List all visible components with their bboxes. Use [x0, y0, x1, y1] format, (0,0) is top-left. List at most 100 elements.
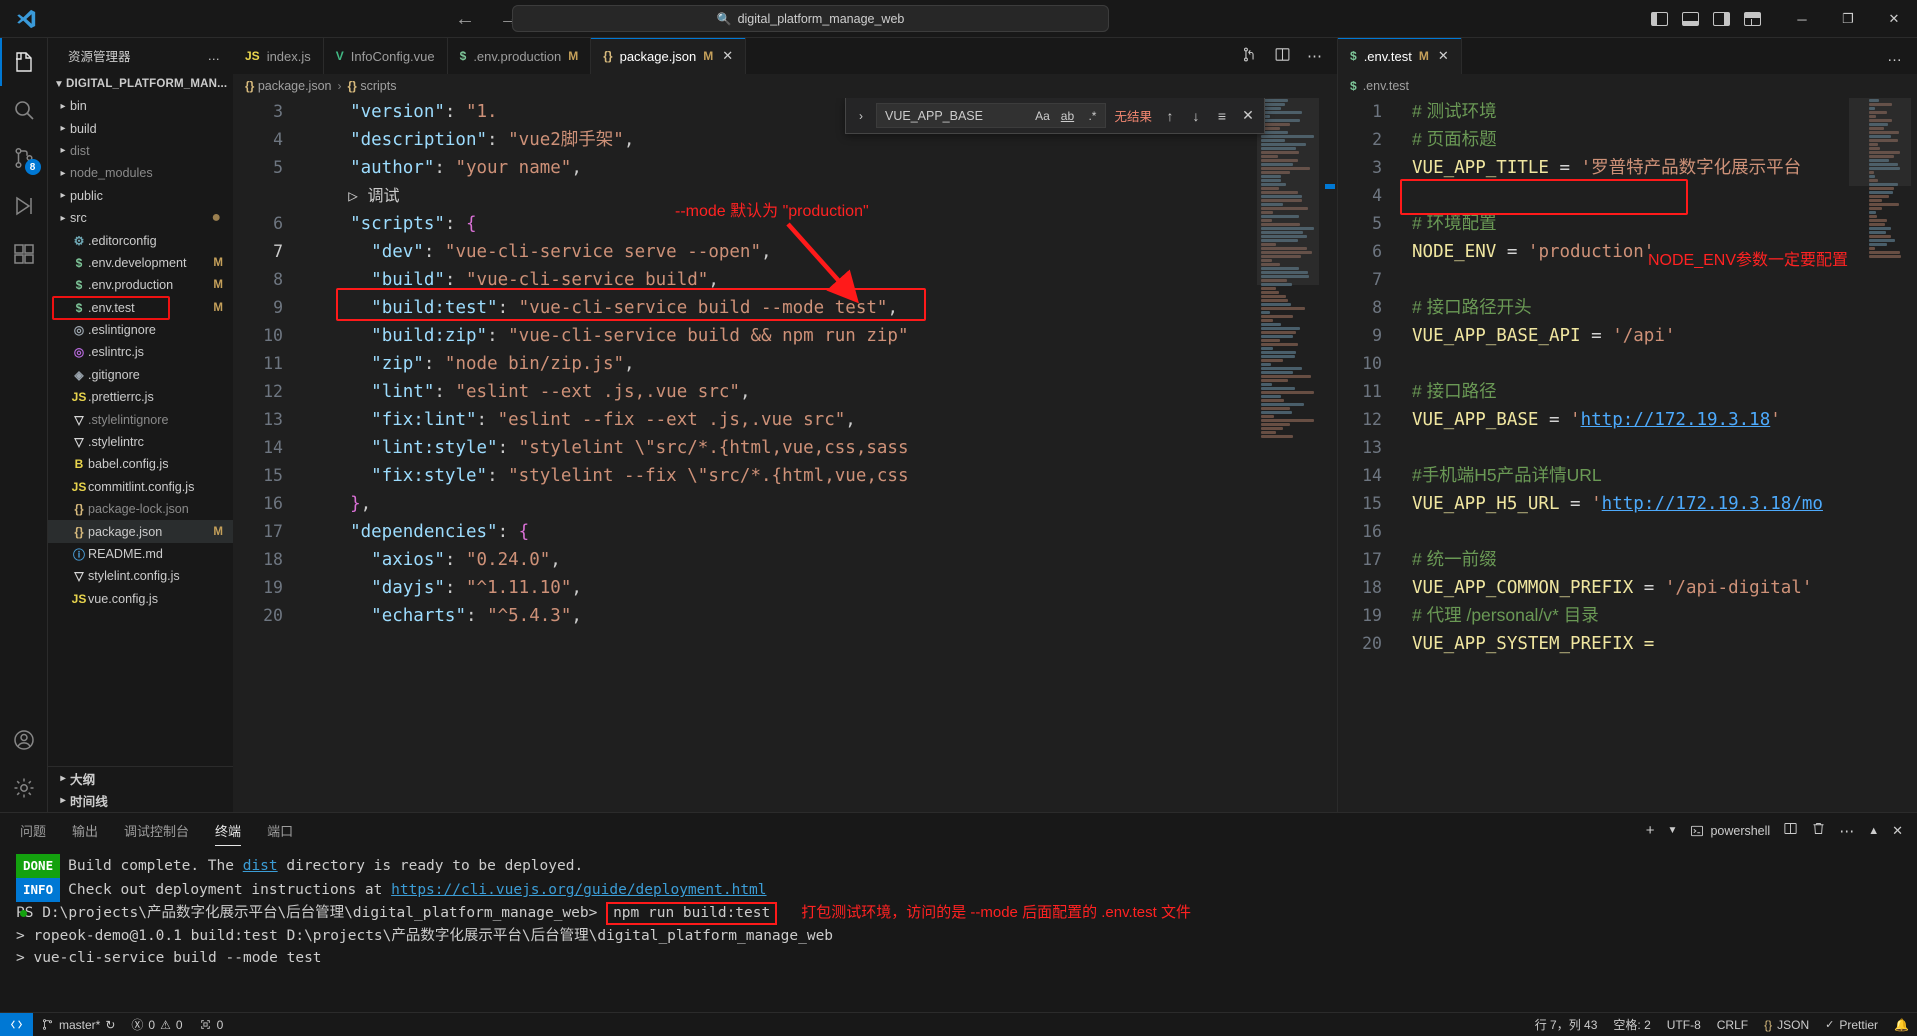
tree-file-package-lock.json[interactable]: {} package-lock.json — [48, 498, 233, 520]
find-next-icon[interactable]: ↓ — [1186, 108, 1206, 124]
tree-file-.env.test[interactable]: $ .env.test M — [48, 295, 233, 320]
activity-extensions[interactable] — [0, 230, 48, 278]
panel-tab-输出[interactable]: 输出 — [72, 813, 98, 848]
minimap[interactable] — [1257, 98, 1319, 812]
tree-file-stylelint.config.js[interactable]: ▽ stylelint.config.js — [48, 565, 233, 587]
code-line[interactable]: 17 "dependencies": { — [233, 518, 1337, 546]
chevron-down-icon[interactable]: ▼ — [52, 79, 66, 90]
maximize-button[interactable]: ❐ — [1825, 0, 1871, 38]
sidebar-section-outline[interactable]: ▸ 大纲 — [48, 767, 233, 789]
tree-folder-build[interactable]: ▸ build — [48, 117, 233, 139]
code-line[interactable]: 1 # 测试环境 — [1338, 98, 1917, 126]
sync-icon[interactable]: ↻ — [105, 1018, 115, 1032]
code-line[interactable]: 12 "lint": "eslint --ext .js,.vue src", — [233, 378, 1337, 406]
chevron-right-icon[interactable]: ▸ — [56, 190, 70, 201]
code-line[interactable]: 6 NODE_ENV = 'production' — [1338, 238, 1917, 266]
status-encoding[interactable]: UTF-8 — [1659, 1013, 1709, 1036]
tree-file-.editorconfig[interactable]: ⚙ .editorconfig — [48, 229, 233, 251]
tree-file-.eslintrc.js[interactable]: ◎ .eslintrc.js — [48, 341, 233, 363]
minimap-slider[interactable] — [1849, 98, 1911, 186]
match-case-icon[interactable]: Aa — [1033, 109, 1051, 123]
find-input[interactable]: VUE_APP_BASE — [885, 109, 1026, 123]
panel-tab-端口[interactable]: 端口 — [267, 813, 293, 848]
code-line[interactable]: 15 VUE_APP_H5_URL = 'http://172.19.3.18/m… — [1338, 490, 1917, 518]
split-terminal-icon[interactable] — [1783, 821, 1798, 840]
status-branch[interactable]: master* ↻ — [33, 1013, 123, 1036]
terminal-text[interactable]: dist — [243, 858, 278, 874]
back-arrow-icon[interactable]: ← — [455, 9, 475, 29]
tree-file-commitlint.config.js[interactable]: JS commitlint.config.js — [48, 476, 233, 498]
activity-settings-gear-icon[interactable] — [0, 764, 48, 812]
code-line[interactable]: 16 — [1338, 518, 1917, 546]
regex-icon[interactable]: .* — [1083, 109, 1101, 123]
find-input-wrapper[interactable]: VUE_APP_BASE Aa ab .* — [876, 103, 1107, 128]
code-line[interactable]: 8 # 接口路径开头 — [1338, 294, 1917, 322]
chevron-right-icon[interactable]: ▸ — [56, 168, 70, 179]
code-line[interactable]: 14 #手机端H5产品详情URL — [1338, 462, 1917, 490]
minimap-slider[interactable] — [1257, 98, 1319, 285]
panel-tab-问题[interactable]: 问题 — [20, 813, 46, 848]
code-line[interactable]: 20 VUE_APP_SYSTEM_PREFIX = — [1338, 630, 1917, 658]
breadcrumb[interactable]: {} package.json › {} scripts — [233, 74, 1337, 98]
close-tab-icon[interactable]: ✕ — [722, 48, 733, 64]
chevron-down-icon[interactable]: ▼ — [1668, 825, 1678, 836]
maximize-panel-icon[interactable]: ▲ — [1868, 825, 1879, 837]
activity-explorer[interactable] — [0, 38, 48, 86]
panel-tab-调试控制台[interactable]: 调试控制台 — [124, 813, 189, 848]
code-line[interactable]: 5 # 环境配置 — [1338, 210, 1917, 238]
code-line[interactable]: 10 "build:zip": "vue-cli-service build &… — [233, 322, 1337, 350]
code-line[interactable]: 14 "lint:style": "stylelint \"src/*.{htm… — [233, 434, 1337, 462]
status-problems[interactable]: Ⓧ 0 ⚠ 0 — [123, 1013, 190, 1036]
terminal-output[interactable]: DONE Build complete. The dist directory i… — [0, 848, 1917, 1012]
code-editor-env-test[interactable]: 1 # 测试环境 2 # 页面标题 3 VUE_APP_TITLE = '罗普特产品数字化… — [1338, 98, 1917, 812]
code-line[interactable]: 19 "dayjs": "^1.11.10", — [233, 574, 1337, 602]
sidebar-section-timeline[interactable]: ▸ 时间线 — [48, 790, 233, 812]
code-line[interactable]: 7 — [1338, 266, 1917, 294]
chevron-right-icon[interactable]: ▸ — [56, 145, 70, 156]
find-in-selection-icon[interactable]: ≡ — [1212, 108, 1232, 124]
chevron-right-icon[interactable]: ▸ — [56, 101, 70, 112]
tab-InfoConfig.vue[interactable]: V InfoConfig.vue — [323, 38, 448, 74]
chevron-right-icon[interactable]: ▸ — [56, 795, 70, 806]
tree-folder-public[interactable]: ▸ public — [48, 185, 233, 207]
trash-icon[interactable] — [1811, 821, 1826, 840]
tab-env-test[interactable]: $ .env.test M ✕ — [1338, 38, 1462, 74]
toggle-panel-icon[interactable] — [1682, 12, 1699, 26]
tab-.env.production[interactable]: $ .env.production M — [447, 38, 592, 74]
layout-toggle-group[interactable] — [1651, 12, 1761, 26]
editor-more-actions-icon[interactable]: ⋯ — [1307, 47, 1323, 65]
code-content[interactable]: 3 "version": "1. 4 "description": "vue2脚手… — [233, 98, 1337, 630]
panel-actions[interactable]: + ▼ powershell ⋯ ▲ ✕ — [1646, 821, 1917, 840]
tab-index.js[interactable]: JS index.js — [233, 38, 324, 74]
minimap-right[interactable] — [1849, 98, 1911, 812]
close-panel-icon[interactable]: ✕ — [1892, 823, 1903, 839]
find-widget[interactable]: › VUE_APP_BASE Aa ab .* 无结果 ↑ ↓ ≡ ✕ — [845, 98, 1265, 134]
status-language-mode[interactable]: {} JSON — [1756, 1013, 1817, 1036]
status-prettier[interactable]: ✓ Prettier — [1817, 1013, 1886, 1036]
tree-file-.eslintignore[interactable]: ◎ .eslintignore — [48, 319, 233, 341]
tree-folder-dist[interactable]: ▸ dist — [48, 140, 233, 162]
breadcrumb-segment[interactable]: {} scripts — [348, 79, 397, 93]
editor-tab-bar[interactable]: JS index.js V InfoConfig.vue $ .env.productio… — [233, 38, 1337, 74]
editor-right-more-icon[interactable]: … — [1887, 48, 1903, 65]
whole-word-icon[interactable]: ab — [1058, 109, 1076, 123]
status-eol[interactable]: CRLF — [1709, 1013, 1756, 1036]
remote-indicator[interactable] — [0, 1012, 33, 1036]
tree-folder-bin[interactable]: ▸ bin — [48, 95, 233, 117]
code-line[interactable]: 18 "axios": "0.24.0", — [233, 546, 1337, 574]
activity-accounts[interactable] — [0, 716, 48, 764]
activity-search[interactable] — [0, 86, 48, 134]
tab-package.json[interactable]: {} package.json M ✕ — [591, 38, 747, 74]
tree-file-vue.config.js[interactable]: JS vue.config.js — [48, 588, 233, 610]
chevron-right-icon[interactable]: ▸ — [56, 213, 70, 224]
minimize-button[interactable]: ─ — [1779, 0, 1825, 38]
breadcrumb-right[interactable]: $ .env.test — [1338, 74, 1917, 98]
code-line[interactable]: 20 "echarts": "^5.4.3", — [233, 602, 1337, 630]
status-ports[interactable]: 0 — [191, 1013, 232, 1036]
code-line[interactable]: 16 }, — [233, 490, 1337, 518]
editor-right-actions[interactable]: … — [1873, 38, 1917, 74]
code-editor-package-json[interactable]: 3 "version": "1. 4 "description": "vue2脚手… — [233, 98, 1337, 812]
find-previous-icon[interactable]: ↑ — [1160, 108, 1180, 124]
status-cursor-position[interactable]: 行 7，列 43 — [1527, 1013, 1606, 1036]
code-line[interactable]: 15 "fix:style": "stylelint --fix \"src/*… — [233, 462, 1337, 490]
